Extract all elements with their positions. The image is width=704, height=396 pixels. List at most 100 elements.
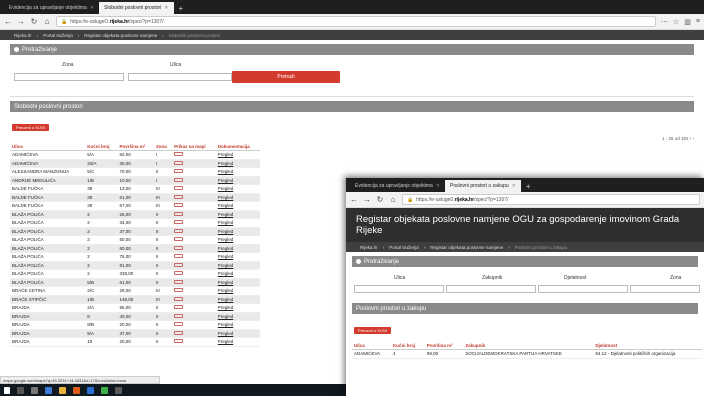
address-bar[interactable]: 🔒 https://e-uslugeO.rijeka.hr/spec/?p=13… (56, 16, 656, 27)
map-icon[interactable] (174, 203, 184, 208)
pregled-link[interactable]: Pregled (218, 203, 234, 208)
zakupnik-input[interactable] (446, 285, 536, 293)
map-icon[interactable] (174, 169, 184, 174)
back-icon[interactable]: ← (4, 17, 12, 26)
breadcrumb-item[interactable]: Portal služenja (389, 245, 419, 250)
column-header-zona[interactable]: Zona (154, 143, 173, 151)
map-icon[interactable] (174, 194, 184, 199)
column-header-ulica[interactable]: Ulica (352, 342, 391, 350)
map-icon[interactable] (174, 160, 184, 165)
pregled-link[interactable]: Pregled (218, 297, 234, 302)
bookmark-star-icon[interactable]: ☆ (673, 18, 679, 26)
library-icon[interactable]: ▥ (684, 18, 691, 26)
column-header-povrsina[interactable]: Površina m² (117, 143, 155, 151)
map-icon[interactable] (174, 152, 184, 157)
pregled-link[interactable]: Pregled (218, 331, 234, 336)
tab-evidencija[interactable]: Evidencija za upravljanje objektima ✕ (4, 2, 99, 14)
forward-icon[interactable]: → (363, 195, 371, 204)
edge-icon[interactable] (45, 386, 52, 394)
tab-slobodni-prostori[interactable]: Slobodni poslovni prostori ✕ (99, 2, 174, 14)
pregled-link[interactable]: Pregled (218, 169, 234, 174)
pregled-link[interactable]: Pregled (218, 178, 234, 183)
pregled-link[interactable]: Pregled (218, 305, 234, 310)
pregled-link[interactable]: Pregled (218, 263, 234, 268)
map-icon[interactable] (174, 279, 184, 284)
column-header-ulica[interactable]: Ulica (10, 143, 86, 151)
firefox-icon[interactable] (73, 386, 80, 394)
pregled-link[interactable]: Pregled (218, 280, 234, 285)
map-icon[interactable] (174, 305, 184, 310)
address-bar[interactable]: 🔒 https://e-usluge0.rijeka.hr/spec/?p=13… (402, 194, 700, 205)
pregled-link[interactable]: Pregled (218, 322, 234, 327)
close-icon[interactable]: ✕ (164, 5, 168, 11)
djelatnost-input[interactable] (538, 285, 628, 293)
new-tab-icon[interactable]: + (174, 2, 189, 14)
map-icon[interactable] (174, 322, 184, 327)
pregled-link[interactable]: Pregled (218, 161, 234, 166)
breadcrumb-item[interactable]: Registar objekata poslovne namjene (84, 33, 157, 38)
column-header-povrsina[interactable]: Površina m² (424, 342, 464, 350)
home-icon[interactable]: ⌂ (389, 195, 397, 204)
menu-dots-icon[interactable]: ⋯ (661, 18, 668, 26)
close-icon[interactable]: ✕ (512, 183, 516, 189)
map-icon[interactable] (174, 254, 184, 259)
windows-start-icon[interactable] (4, 386, 10, 394)
pregled-link[interactable]: Pregled (218, 254, 234, 259)
export-xlsx-button[interactable]: Preuzmi u XLSX (12, 124, 50, 131)
pregled-link[interactable]: Pregled (218, 271, 234, 276)
minus-circle-icon[interactable] (356, 259, 361, 264)
forward-icon[interactable]: → (17, 17, 25, 26)
ulica-input[interactable] (354, 285, 444, 293)
column-header-zakupnik[interactable]: Zakupnik (463, 342, 594, 350)
home-icon[interactable]: ⌂ (43, 17, 51, 26)
tab-evidencija[interactable]: Evidencija za upravljanje objektima ✕ (350, 180, 445, 192)
pregled-link[interactable]: Pregled (218, 186, 234, 191)
map-icon[interactable] (174, 288, 184, 293)
close-icon[interactable]: ✕ (90, 5, 94, 11)
map-icon[interactable] (174, 313, 184, 318)
column-header-djelatnost[interactable]: Djelatnost (593, 342, 702, 350)
pregled-link[interactable]: Pregled (218, 152, 234, 157)
pregled-link[interactable]: Pregled (218, 288, 234, 293)
map-icon[interactable] (174, 330, 184, 335)
map-icon[interactable] (174, 220, 184, 225)
new-tab-icon[interactable]: + (521, 180, 536, 192)
breadcrumb-item[interactable]: Rijeka.hr (360, 245, 378, 250)
word-icon[interactable] (87, 386, 94, 394)
column-header-kucni-broj[interactable]: Kućni broj (85, 143, 118, 151)
reload-icon[interactable]: ↻ (30, 17, 38, 26)
map-icon[interactable] (174, 271, 184, 276)
map-icon[interactable] (174, 228, 184, 233)
app-icon[interactable] (115, 386, 122, 394)
search-icon[interactable] (17, 386, 24, 394)
minus-circle-icon[interactable] (14, 47, 19, 52)
map-icon[interactable] (174, 262, 184, 267)
map-icon[interactable] (174, 237, 184, 242)
map-icon[interactable] (174, 296, 184, 301)
map-icon[interactable] (174, 211, 184, 216)
breadcrumb-item[interactable]: Portal služenja (43, 33, 73, 38)
map-icon[interactable] (174, 339, 184, 344)
map-icon[interactable] (174, 245, 184, 250)
close-icon[interactable]: ✕ (436, 183, 440, 189)
map-icon[interactable] (174, 177, 184, 182)
tab-zakup[interactable]: Poslovni prostori u zakupu ✕ (445, 180, 521, 192)
ulica-input[interactable] (128, 73, 232, 81)
pregled-link[interactable]: Pregled (218, 246, 234, 251)
search-button[interactable]: Pretraži (232, 71, 340, 83)
map-icon[interactable] (174, 186, 184, 191)
pregled-link[interactable]: Pregled (218, 237, 234, 242)
zona-select[interactable] (14, 73, 124, 81)
pregled-link[interactable]: Pregled (218, 220, 234, 225)
breadcrumb-item[interactable]: Rijeka.hr (14, 33, 32, 38)
pregled-link[interactable]: Pregled (218, 339, 234, 344)
pregled-link[interactable]: Pregled (218, 229, 234, 234)
pregled-link[interactable]: Pregled (218, 195, 234, 200)
excel-icon[interactable] (101, 386, 108, 394)
folder-icon[interactable] (59, 386, 66, 394)
reload-icon[interactable]: ↻ (376, 195, 384, 204)
export-xlsx-button[interactable]: Preuzmi u XLSX (354, 327, 392, 334)
zona-select[interactable] (630, 285, 700, 293)
hamburger-menu-icon[interactable]: ≡ (696, 18, 700, 26)
back-icon[interactable]: ← (350, 195, 358, 204)
